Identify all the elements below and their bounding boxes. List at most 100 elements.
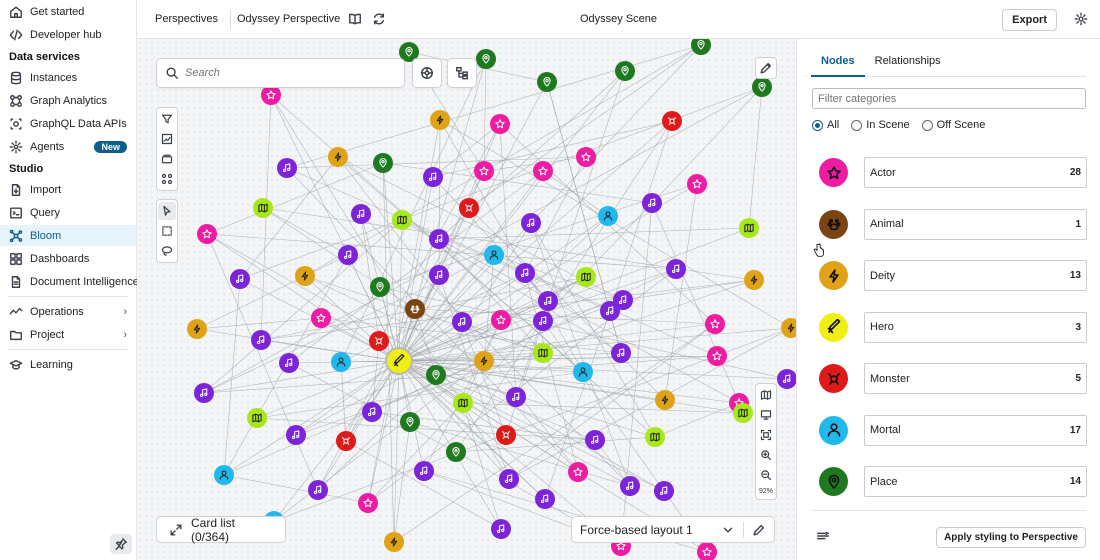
graph-node-song[interactable] (499, 469, 519, 489)
graph-node-song[interactable] (533, 311, 553, 331)
book-icon[interactable] (348, 12, 362, 26)
graph-node-item[interactable] (739, 218, 759, 238)
node-circle[interactable] (705, 314, 725, 334)
refresh-icon[interactable] (372, 12, 386, 26)
collapse-panel-icon[interactable] (816, 529, 830, 543)
graph-node-item[interactable] (392, 210, 412, 230)
fit-screen-icon[interactable] (757, 426, 775, 444)
zoom-out-icon[interactable] (757, 466, 775, 484)
zoom-in-icon[interactable] (757, 446, 775, 464)
node-circle[interactable] (585, 430, 605, 450)
node-circle[interactable] (521, 213, 541, 233)
graph-node-song[interactable] (538, 291, 558, 311)
relationship-edge[interactable] (398, 219, 403, 362)
category-style-box[interactable]: Hero 3 (864, 311, 1087, 343)
lasso-icon[interactable] (158, 242, 176, 260)
graph-visualization[interactable] (137, 39, 796, 560)
graph-node-actor[interactable] (707, 346, 727, 366)
node-circle[interactable] (538, 291, 558, 311)
lightning-icon[interactable] (819, 261, 848, 291)
relationship-edge[interactable] (367, 360, 400, 504)
graph-node-item[interactable] (533, 343, 553, 363)
chevron-down-icon[interactable] (721, 523, 735, 537)
node-circle[interactable] (490, 114, 510, 134)
relationship-edge[interactable] (398, 360, 740, 404)
graph-node-actor[interactable] (261, 85, 281, 105)
radio-off-scene[interactable]: Off Scene (921, 119, 985, 131)
node-circle[interactable] (247, 408, 267, 428)
graph-node-place[interactable] (400, 412, 420, 432)
node-circle[interactable] (279, 353, 299, 373)
graph-node-song[interactable] (194, 383, 214, 403)
radio-button[interactable] (921, 119, 933, 131)
edit-icon[interactable] (752, 523, 766, 537)
category-row-hero[interactable]: Hero 3 (819, 302, 1087, 354)
graph-node-actor[interactable] (197, 224, 217, 244)
node-circle[interactable] (491, 519, 511, 539)
node-circle[interactable] (308, 480, 328, 500)
node-circle[interactable] (392, 210, 412, 230)
relationship-edge[interactable] (382, 162, 653, 204)
graph-node-item[interactable] (247, 408, 267, 428)
node-circle[interactable] (620, 476, 640, 496)
graph-node-mortal[interactable] (331, 352, 351, 372)
graph-node-song[interactable] (506, 387, 526, 407)
graph-node-actor[interactable] (568, 462, 588, 482)
graph-node-song[interactable] (286, 425, 306, 445)
graph-node-place[interactable] (615, 61, 635, 81)
graph-node-song[interactable] (423, 167, 443, 187)
graph-node-song[interactable] (251, 330, 271, 350)
node-circle[interactable] (311, 308, 331, 328)
graph-node-deity[interactable] (474, 351, 494, 371)
monster-icon[interactable] (819, 364, 848, 394)
sidebar-item-query[interactable]: Query (0, 202, 136, 223)
node-circle[interactable] (453, 393, 473, 413)
graph-node-song[interactable] (277, 158, 297, 178)
category-style-box[interactable]: Deity 13 (864, 260, 1087, 292)
relationship-edge[interactable] (542, 170, 609, 217)
graph-node-mortal[interactable] (214, 465, 234, 485)
graph-node-mortal[interactable] (573, 362, 593, 382)
node-circle[interactable] (362, 402, 382, 422)
graph-node-monster[interactable] (459, 198, 479, 218)
node-circle[interactable] (499, 469, 519, 489)
apply-styling-button[interactable]: Apply styling to Perspective (936, 527, 1086, 548)
graph-node-deity[interactable] (781, 318, 796, 338)
graph-node-song[interactable] (362, 402, 382, 422)
category-style-box[interactable]: Monster 5 (864, 363, 1087, 395)
graph-node-deity[interactable] (655, 390, 675, 410)
node-circle[interactable] (338, 245, 358, 265)
graph-node-place[interactable] (426, 365, 446, 385)
node-circle[interactable] (251, 330, 271, 350)
graph-node-actor[interactable] (358, 493, 378, 513)
node-circle[interactable] (533, 161, 553, 181)
graph-node-monster[interactable] (662, 111, 682, 131)
sidebar-item-graphql-data-apis[interactable]: GraphQL Data APIs (0, 113, 136, 134)
graph-node-song[interactable] (585, 430, 605, 450)
graph-node-place[interactable] (370, 277, 390, 297)
tab-relationships[interactable]: Relationships (865, 47, 951, 77)
category-style-box[interactable]: Mortal 17 (864, 414, 1087, 446)
graph-node-song[interactable] (515, 263, 535, 283)
node-circle[interactable] (452, 312, 472, 332)
sidebar-item-document-intelligence[interactable]: Document Intelligence (0, 271, 139, 292)
graph-node-place[interactable] (476, 49, 496, 69)
category-row-mortal[interactable]: Mortal 17 (819, 405, 1087, 457)
node-circle[interactable] (777, 369, 796, 389)
node-circle[interactable] (687, 174, 707, 194)
perspectives-link[interactable]: Perspectives (137, 13, 230, 25)
search-input[interactable] (185, 67, 396, 79)
graph-node-actor[interactable] (705, 314, 725, 334)
node-circle[interactable] (187, 319, 207, 339)
graph-node-item[interactable] (645, 427, 665, 447)
sidebar-item-developer-hub[interactable]: Developer hub (0, 24, 136, 45)
map-icon[interactable] (757, 386, 775, 404)
graph-canvas[interactable]: 92% Card list (0/364) Force-based layout… (137, 39, 796, 560)
relationship-edge[interactable] (223, 474, 369, 504)
paw-icon[interactable] (819, 209, 848, 239)
node-circle[interactable] (515, 263, 535, 283)
graph-node-monster[interactable] (496, 425, 516, 445)
relationship-edge[interactable] (273, 360, 485, 522)
node-circle[interactable] (369, 331, 389, 351)
node-circle[interactable] (429, 265, 449, 285)
